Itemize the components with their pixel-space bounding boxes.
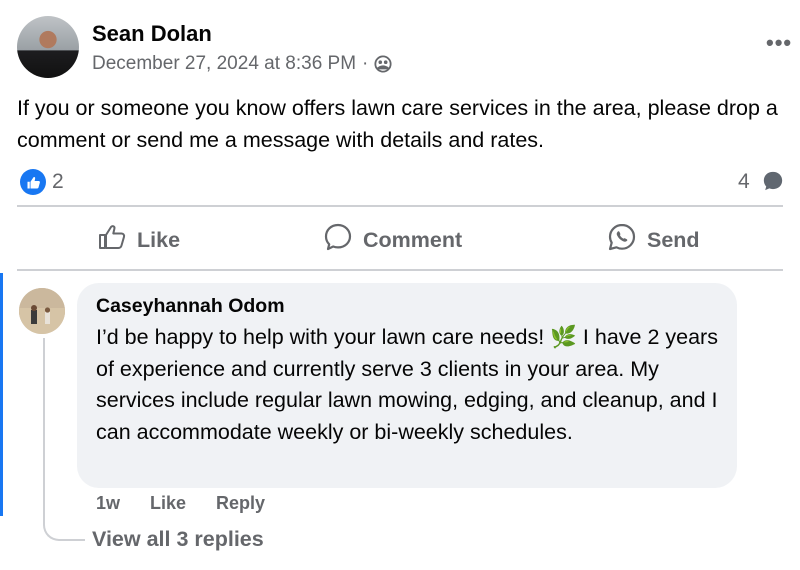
send-button[interactable]: Send [607, 222, 700, 258]
author-avatar[interactable] [17, 16, 79, 78]
post-body: If you or someone you know offers lawn c… [17, 96, 778, 152]
comment-actions: 1w Like Reply [96, 493, 265, 514]
comment-reply-link[interactable]: Reply [216, 493, 265, 514]
commenter-avatar[interactable] [19, 288, 65, 334]
comment-count-icon[interactable] [762, 170, 784, 192]
send-button-label: Send [647, 227, 700, 252]
comment-button-label: Comment [363, 227, 463, 252]
comment-count[interactable]: 4 [738, 170, 750, 194]
thumbs-up-icon [97, 222, 127, 258]
like-button[interactable]: Like [97, 222, 180, 258]
comment-icon [323, 222, 353, 258]
comment-button[interactable]: Comment [323, 222, 462, 258]
divider-bottom [17, 269, 783, 271]
commenter-name[interactable]: Caseyhannah Odom [96, 295, 285, 318]
comment-time[interactable]: 1w [96, 493, 120, 514]
post-meta: December 27, 2024 at 8:36 PM · [92, 53, 392, 75]
divider-top [17, 205, 783, 207]
more-options-icon[interactable]: ••• [766, 30, 792, 56]
like-button-label: Like [137, 227, 181, 252]
post-author-name[interactable]: Sean Dolan [92, 21, 212, 47]
view-replies-link[interactable]: View all 3 replies [92, 527, 264, 552]
friends-icon [374, 55, 392, 73]
comment-highlight-bar [0, 273, 3, 516]
post-timestamp[interactable]: December 27, 2024 at 8:36 PM [92, 53, 356, 75]
whatsapp-send-icon [607, 222, 637, 258]
comment-text: I’d be happy to help with your lawn care… [96, 325, 718, 444]
like-reaction-icon[interactable] [20, 169, 46, 195]
meta-separator: · [362, 53, 369, 74]
like-count[interactable]: 2 [52, 170, 64, 194]
comment-like-link[interactable]: Like [150, 493, 186, 514]
